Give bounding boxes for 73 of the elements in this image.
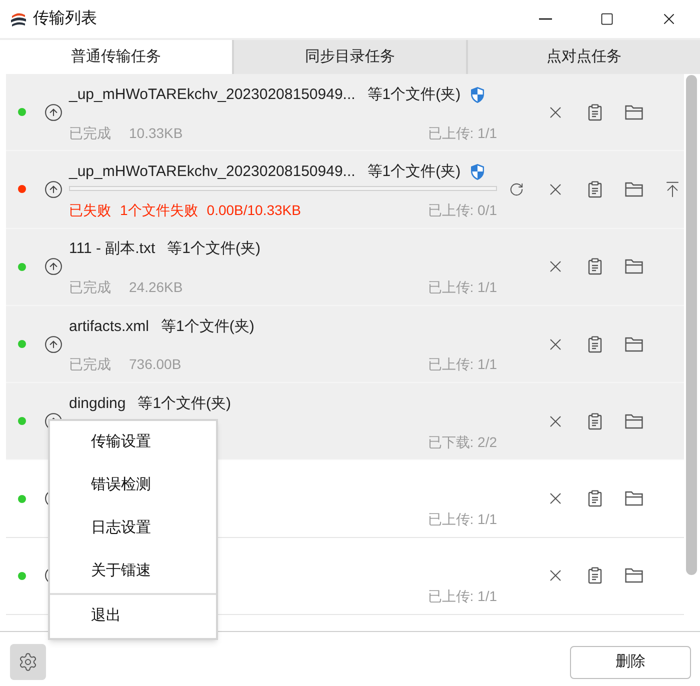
status-text: 已完成 (69, 355, 111, 374)
file-name: _up_mHWoTAREkchv_20230208150949... (69, 162, 356, 182)
delete-button[interactable]: 删除 (570, 646, 691, 678)
clipboard-button[interactable] (588, 104, 602, 121)
folder-icon (624, 259, 642, 274)
folder-icon (624, 491, 642, 506)
clipboard-button[interactable] (588, 258, 602, 276)
clipboard-icon (588, 412, 602, 430)
maximize-icon (600, 12, 614, 26)
open-folder-button[interactable] (624, 568, 642, 584)
file-name: dingding (69, 394, 126, 414)
progress-count-text: 已上传: 1/1 (428, 278, 497, 298)
clipboard-icon (588, 490, 602, 508)
window-title: 传输列表 (33, 8, 97, 29)
size-text: 24.26KB (129, 278, 183, 298)
menu-item[interactable]: 关于镭速 (50, 550, 216, 593)
progress-count-text: 已上传: 1/1 (428, 355, 497, 374)
tab[interactable]: 同步目录任务 (232, 40, 466, 74)
clipboard-icon (588, 104, 602, 121)
file-count-text: 等1个文件(夹) (367, 162, 461, 182)
clipboard-button[interactable] (588, 180, 602, 198)
size-text: 0.00B/10.33KB (206, 200, 301, 220)
settings-button[interactable] (10, 644, 46, 680)
progress-count-text: 已上传: 0/1 (428, 200, 497, 220)
clipboard-button[interactable] (588, 336, 602, 353)
open-folder-button[interactable] (624, 491, 642, 506)
folder-icon (624, 104, 642, 120)
open-folder-button[interactable] (624, 336, 642, 352)
size-text: 736.00B (129, 355, 182, 374)
retry-button[interactable] (509, 182, 524, 197)
file-count-text: 等1个文件(夹) (367, 84, 461, 105)
transfer-row[interactable]: _up_mHWoTAREkchv_20230208150949... 等1个文件(夹) 已完成 10.33KB 已上传: 1/1 (6, 74, 684, 152)
clipboard-icon (588, 180, 602, 198)
folder-icon (624, 182, 642, 197)
open-folder-button[interactable] (624, 182, 642, 197)
minimize-icon (538, 18, 552, 20)
menu-item[interactable]: 退出 (50, 595, 216, 638)
open-folder-button[interactable] (624, 104, 642, 120)
transfer-row[interactable]: 111 - 副本.txt 等1个文件(夹) 已完成 24.26KB 已上传: 1/1 (6, 228, 684, 306)
file-name: _up_mHWoTAREkchv_20230208150949... (69, 84, 356, 105)
progress-count-text: 已上传: 1/1 (428, 587, 497, 606)
status-text: 已完成 (69, 124, 111, 142)
logo-icon (10, 12, 27, 26)
folder-icon (624, 568, 642, 584)
scrollbar-thumb[interactable] (686, 75, 697, 575)
tab[interactable]: 点对点任务 (466, 40, 700, 74)
clipboard-button[interactable] (588, 490, 602, 508)
folder-icon (624, 414, 642, 429)
progress-count-text: 已上传: 1/1 (428, 510, 497, 529)
progress-count-text: 已上传: 1/1 (428, 124, 497, 142)
file-name: artifacts.xml (69, 316, 150, 337)
progress-count-text: 已下载: 2/2 (428, 432, 497, 452)
folder-icon (624, 336, 642, 352)
clipboard-icon (588, 567, 602, 584)
open-folder-button[interactable] (624, 259, 642, 274)
clipboard-button[interactable] (588, 567, 602, 584)
open-folder-button[interactable] (624, 414, 642, 429)
clipboard-button[interactable] (588, 412, 602, 430)
clipboard-icon (588, 258, 602, 276)
status-text: 已完成 (69, 278, 111, 298)
retry-icon (509, 182, 524, 197)
transfer-row[interactable]: artifacts.xml 等1个文件(夹) 已完成 736.00B 已上传: 1/1 (6, 306, 684, 384)
file-count-text: 等1个文件(夹) (138, 394, 232, 414)
status-text: 已失败 (69, 200, 111, 220)
clipboard-icon (588, 336, 602, 353)
transfer-row[interactable]: _up_mHWoTAREkchv_20230208150949... 等1个文件(夹) 已失败 1个文件失败 0.00B/10.33KB 已上传: 0/1 (6, 151, 684, 229)
file-name: 111 - 副本.txt (69, 239, 156, 260)
size-text: 10.33KB (129, 124, 183, 142)
menu-item[interactable]: 错误检测 (50, 464, 216, 507)
file-count-text: 等1个文件(夹) (161, 316, 254, 337)
error-text: 1个文件失败 (120, 200, 198, 220)
file-count-text: 等1个文件(夹) (167, 239, 260, 260)
settings-icon (18, 652, 38, 672)
